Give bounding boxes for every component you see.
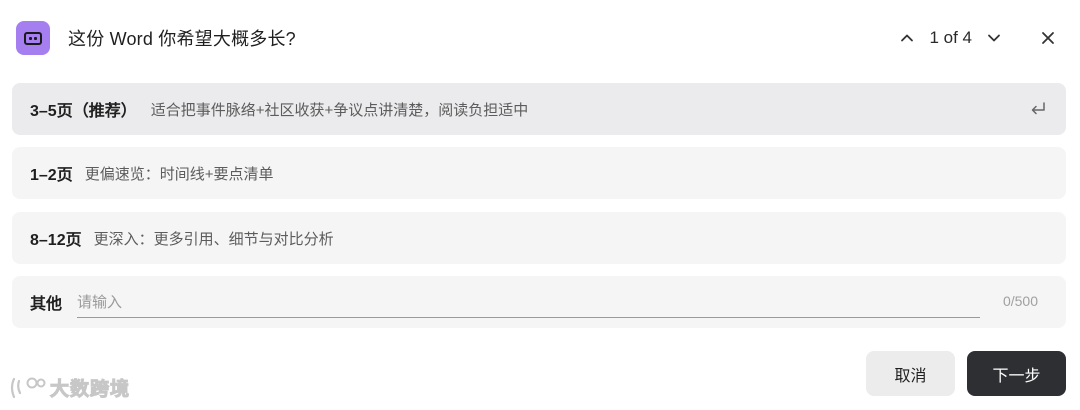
character-counter: 0/500 — [1002, 293, 1038, 309]
option-label: 1–2页 — [30, 167, 73, 184]
option-1-2-pages[interactable]: 1–2页 更偏速览：时间线+要点清单 — [12, 147, 1066, 199]
option-8-12-pages[interactable]: 8–12页 更深入：更多引用、细节与对比分析 — [12, 212, 1066, 264]
chevron-up-icon[interactable] — [895, 26, 919, 50]
option-label: 3–5页（推荐） — [30, 103, 137, 120]
cancel-button[interactable]: 取消 — [866, 351, 955, 396]
option-description: 适合把事件脉络+社区收获+争议点讲清楚，阅读负担适中 — [150, 101, 529, 119]
next-step-button[interactable]: 下一步 — [967, 351, 1066, 396]
watermark: 大数跨境 — [8, 374, 130, 401]
option-description: 更偏速览：时间线+要点清单 — [84, 165, 274, 183]
enter-return-icon — [1028, 99, 1048, 119]
dialog-title: 这份 Word 你希望大概多长? — [68, 29, 296, 49]
chevron-down-icon[interactable] — [982, 26, 1006, 50]
other-label: 其他 — [30, 296, 63, 313]
option-label: 8–12页 — [30, 232, 82, 249]
robot-face-icon — [16, 21, 50, 55]
close-icon[interactable] — [1036, 26, 1060, 50]
watermark-text: 大数跨境 — [49, 379, 131, 401]
watermark-logo-icon — [10, 377, 46, 398]
question-dialog: 这份 Word 你希望大概多长? 1 of 4 3–5页（推荐） 适合把事件脉络… — [0, 0, 1080, 410]
other-input[interactable] — [77, 288, 980, 316]
other-input-wrapper — [77, 288, 980, 318]
option-other[interactable]: 其他 0/500 — [12, 276, 1066, 328]
page-indicator: 1 of 4 — [929, 28, 972, 47]
option-3-5-pages[interactable]: 3–5页（推荐） 适合把事件脉络+社区收获+争议点讲清楚，阅读负担适中 — [12, 83, 1066, 135]
question-navigation: 1 of 4 — [895, 20, 1060, 56]
option-description: 更深入：更多引用、细节与对比分析 — [93, 230, 334, 248]
dialog-header: 这份 Word 你希望大概多长? 1 of 4 — [16, 20, 1064, 56]
